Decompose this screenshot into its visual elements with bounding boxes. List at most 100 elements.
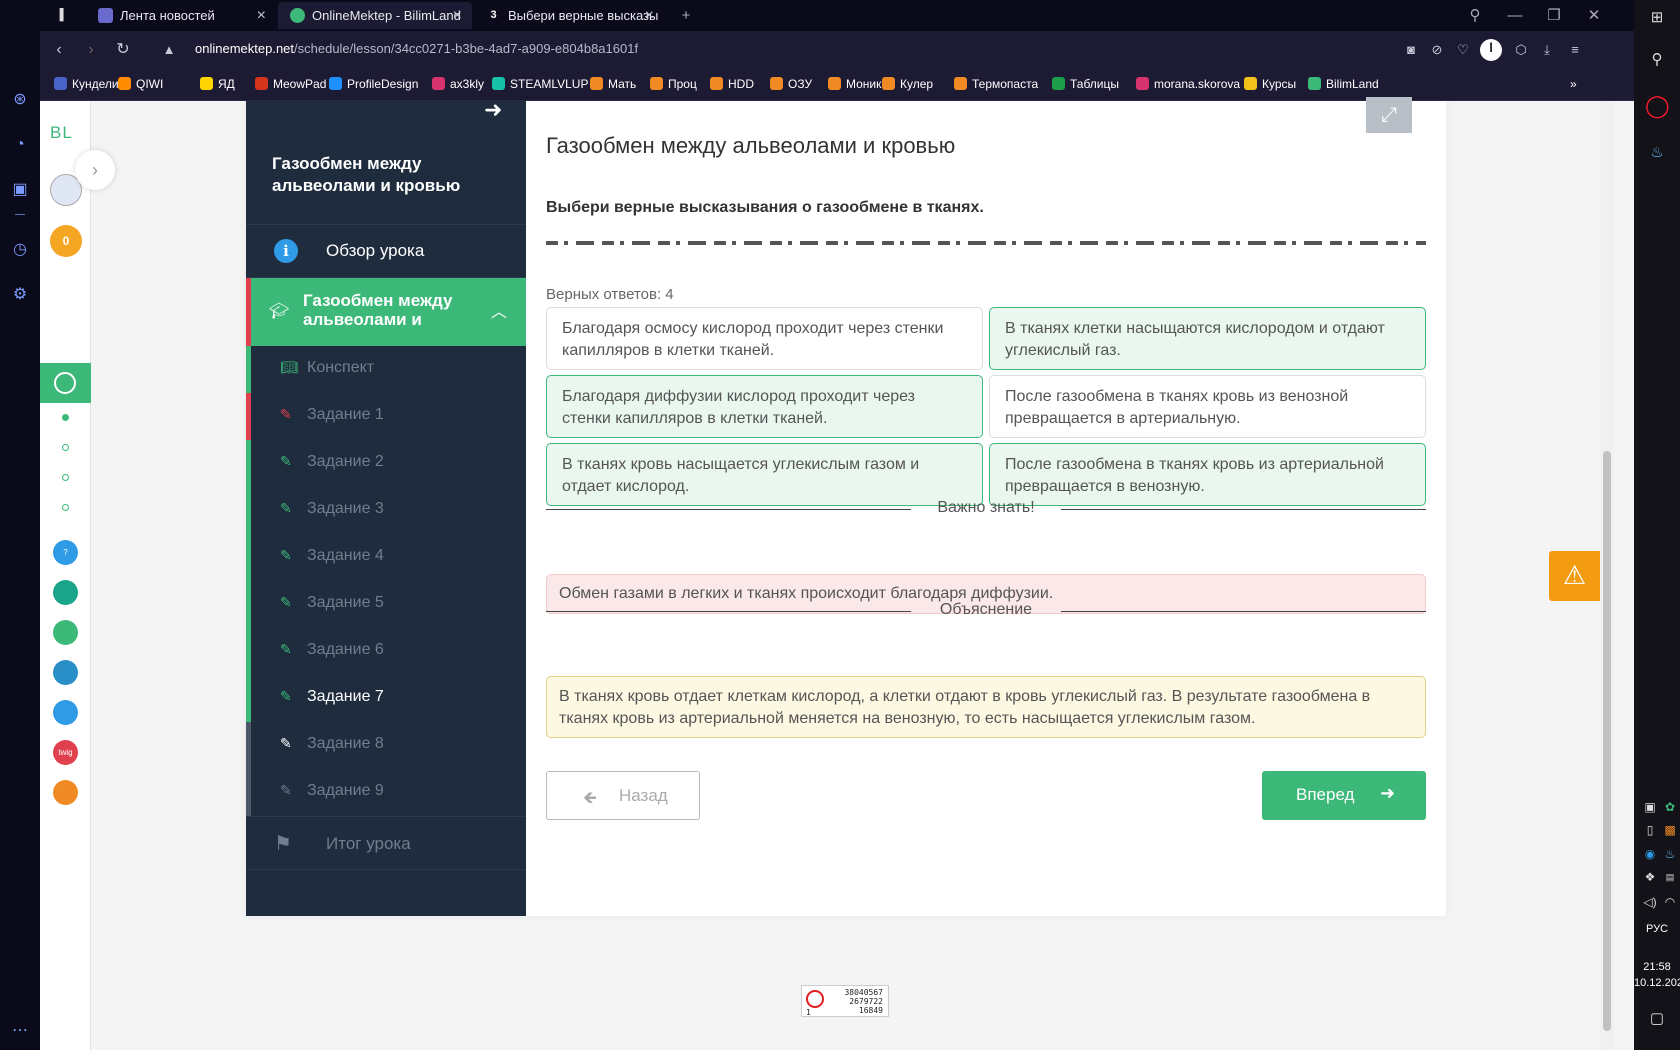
nav-dot[interactable]: [62, 444, 69, 451]
next-button[interactable]: Вперед ➜: [1262, 771, 1426, 820]
warning-security-icon[interactable]: ▲: [158, 39, 180, 61]
bag-icon[interactable]: ▣: [9, 179, 31, 201]
answer-option[interactable]: В тканях клетки насыщаются кислородом и …: [989, 307, 1426, 370]
answer-option[interactable]: В тканях кровь насыщается углекислым газ…: [546, 443, 983, 506]
steam-tray-icon[interactable]: ♨: [1658, 842, 1680, 866]
twig-app-icon[interactable]: twig: [53, 740, 78, 765]
camera-icon[interactable]: ◙: [1402, 41, 1420, 59]
app-7-icon[interactable]: [53, 780, 78, 805]
close-icon[interactable]: ×: [645, 2, 654, 29]
wifi-icon[interactable]: ◠: [1658, 890, 1680, 914]
bookmark-item[interactable]: ax3kly: [432, 77, 484, 91]
language-indicator[interactable]: РУС: [1634, 923, 1680, 935]
history-icon[interactable]: ◷: [9, 239, 31, 261]
bilimbook-app-icon[interactable]: [53, 660, 78, 685]
app-1-icon[interactable]: [53, 580, 78, 605]
search-tabs-icon[interactable]: ⚲: [1463, 4, 1487, 28]
chevron-up-icon[interactable]: ︿: [491, 298, 507, 322]
answer-option[interactable]: Благодаря диффузии кислород проходит чер…: [546, 375, 983, 438]
bookmark-item[interactable]: BilimLand: [1308, 77, 1379, 91]
heart-icon[interactable]: ♡: [1454, 41, 1472, 59]
nav-dot-active[interactable]: [62, 414, 69, 421]
bookmark-item[interactable]: Термопаста: [954, 77, 1038, 91]
sidebar-item-summary[interactable]: ⚑ Итог урока: [246, 816, 526, 870]
scrollbar-thumb[interactable]: [1603, 451, 1611, 1031]
sidebar-section-current[interactable]: 🎓︎ Газообмен между альвеолами и ︿: [246, 278, 526, 346]
bookmark-item[interactable]: Таблицы: [1052, 77, 1119, 91]
close-window-icon[interactable]: ✕: [1582, 4, 1606, 28]
maximize-icon[interactable]: ❐: [1542, 4, 1566, 28]
report-warning-icon[interactable]: ⚠: [1549, 551, 1600, 601]
bookmark-item[interactable]: ProfileDesign: [329, 77, 418, 91]
bookmark-item[interactable]: ОЗУ: [770, 77, 812, 91]
settings-icon[interactable]: ⚙: [9, 284, 31, 306]
notifications-icon[interactable]: ▢: [1645, 1007, 1669, 1031]
active-app-item[interactable]: [40, 363, 91, 403]
reload-icon[interactable]: ↻: [112, 39, 134, 61]
nav-dot[interactable]: [62, 474, 69, 481]
sidebar-item-task[interactable]: ✎ Задание 5: [246, 581, 526, 628]
sidebar-item-task[interactable]: ✎ Задание 8: [246, 722, 526, 769]
sidebar-item-task[interactable]: ✎ Задание 2: [246, 440, 526, 487]
bookmark-item[interactable]: Моник: [828, 77, 881, 91]
bookmark-item[interactable]: Проц: [650, 77, 697, 91]
forward-nav-icon[interactable]: ›: [80, 39, 102, 61]
adblock-icon[interactable]: ⊘: [1428, 41, 1446, 59]
bookmark-item[interactable]: QIWI: [118, 77, 163, 91]
sidebar-item-task[interactable]: ✎ Задание 1: [246, 393, 526, 440]
profile-icon[interactable]: l: [1480, 39, 1502, 61]
fullscreen-icon[interactable]: ⤢: [1366, 97, 1412, 133]
sidebar-item-summary-notes[interactable]: 📖︎ Конспект: [246, 346, 526, 393]
bookmark-item[interactable]: Мать: [590, 77, 636, 91]
tab-onlinemektep[interactable]: OnlineMektep - BilimLand ×: [278, 2, 472, 29]
answer-option[interactable]: Благодаря осмосу кислород проходит через…: [546, 307, 983, 370]
page-scrollbar[interactable]: [1600, 101, 1614, 1050]
url-field[interactable]: onlinemektep.net/schedule/lesson/34cc027…: [195, 41, 638, 56]
bilimland-app-icon[interactable]: [53, 620, 78, 645]
back-button[interactable]: 🡸 Назад: [546, 771, 700, 820]
arrow-left-icon[interactable]: ➜: [484, 97, 502, 123]
bookmark-item[interactable]: HDD: [710, 77, 754, 91]
sidebar-item-task[interactable]: ✎ Задание 3: [246, 487, 526, 534]
new-tab-icon[interactable]: +: [674, 4, 698, 28]
search-icon[interactable]: ⚲: [1645, 48, 1669, 72]
gamepad-icon[interactable]: ⊛: [9, 89, 31, 111]
clock-time[interactable]: 21:58: [1634, 961, 1680, 973]
opera-taskbar-icon[interactable]: ◯: [1645, 94, 1670, 118]
help-icon[interactable]: ?: [53, 540, 78, 565]
nav-dot[interactable]: [62, 504, 69, 511]
epic-tray-icon[interactable]: ▤: [1658, 865, 1680, 889]
more-icon[interactable]: ⋯: [9, 1020, 31, 1042]
close-icon[interactable]: ×: [453, 2, 462, 29]
tray-icon-4[interactable]: ▩: [1658, 818, 1680, 842]
bookmark-item[interactable]: ЯД: [200, 77, 235, 91]
close-icon[interactable]: ×: [257, 2, 266, 29]
rail-toggle-chevron-icon[interactable]: ›: [75, 150, 115, 190]
windows-start-icon[interactable]: ⊞: [1645, 6, 1669, 30]
tab-chart[interactable]: ▌: [44, 2, 84, 29]
sidebar-item-task[interactable]: ✎ Задание 4: [246, 534, 526, 581]
minimize-icon[interactable]: —: [1503, 4, 1527, 28]
bilimland-logo[interactable]: BL: [50, 123, 73, 143]
cube-icon[interactable]: ⬡: [1512, 41, 1530, 59]
sidebar-item-task[interactable]: ✎ Задание 7: [246, 675, 526, 722]
menu-icon[interactable]: ≡: [1566, 41, 1584, 59]
bookmark-item[interactable]: Кулер: [882, 77, 933, 91]
sidebar-item-overview[interactable]: i Обзор урока: [246, 224, 526, 278]
tab-news[interactable]: Лента новостей ×: [86, 2, 276, 29]
bookmarks-overflow-icon[interactable]: »: [1570, 77, 1577, 91]
coins-badge[interactable]: 0: [50, 225, 82, 257]
answer-option[interactable]: После газообмена в тканях кровь из веноз…: [989, 375, 1426, 438]
steam-taskbar-icon[interactable]: ♨: [1645, 141, 1669, 165]
bookmark-item[interactable]: MeowPad: [255, 77, 326, 91]
speed-dial-icon[interactable]: ◔: [9, 134, 31, 156]
clock-date[interactable]: 10.12.2020: [1634, 977, 1680, 989]
bookmark-item[interactable]: morana.skorova: [1136, 77, 1240, 91]
tests-app-icon[interactable]: [53, 700, 78, 725]
tray-icon-2[interactable]: ✿: [1658, 795, 1680, 819]
bookmark-item[interactable]: STEAMLVLUP: [492, 77, 588, 91]
sidebar-item-task[interactable]: ✎ Задание 6: [246, 628, 526, 675]
sidebar-item-task[interactable]: ✎ Задание 9: [246, 769, 526, 816]
back-nav-icon[interactable]: ‹: [48, 39, 70, 61]
download-icon[interactable]: ⤓: [1538, 41, 1556, 59]
